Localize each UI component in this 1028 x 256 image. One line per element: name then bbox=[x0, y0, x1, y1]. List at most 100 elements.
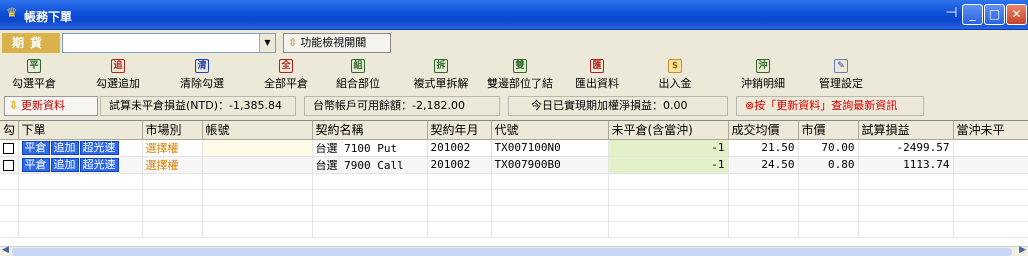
offset-detail-label: 沖銷明細 bbox=[741, 77, 785, 90]
product-select[interactable]: ▼ bbox=[62, 33, 276, 53]
col-contract[interactable]: 契約名稱 bbox=[312, 121, 428, 140]
market-price-cell: 70.00 bbox=[798, 139, 859, 157]
daytrade-cell bbox=[953, 156, 1028, 174]
clear-check-label: 清除勾選 bbox=[180, 77, 224, 90]
unrealized-pl: 試算未平倉損益(NTD)：-1,385.84 bbox=[100, 96, 296, 116]
add-position-icon: 追 bbox=[111, 59, 125, 73]
check-add-label: 勾選追加 bbox=[96, 77, 140, 90]
col-daytrade[interactable]: 當沖未平 bbox=[953, 121, 1028, 140]
order-buttons-cell: 平倉 追加 超光速 bbox=[18, 139, 143, 157]
split-order-button[interactable]: 拆 複式單拆解 bbox=[404, 58, 478, 92]
realized-premium: 今日已實現期加權淨損益：0.00 bbox=[508, 96, 728, 116]
maximize-button[interactable]: □ bbox=[984, 4, 1005, 25]
col-month[interactable]: 契約年月 bbox=[427, 121, 492, 140]
info-bar: ⇩ 更新資料 試算未平倉損益(NTD)：-1,385.84 台幣帳戶可用餘額：-2… bbox=[0, 94, 1028, 118]
check-add-button[interactable]: 追 勾選追加 bbox=[88, 58, 148, 92]
pl-cell: 1113.74 bbox=[858, 156, 954, 174]
settings-icon: ✎ bbox=[834, 59, 848, 73]
contract-cell: 台選 7100 Put bbox=[312, 139, 428, 157]
market-cell: 選擇權 bbox=[142, 139, 203, 157]
pl-cell: -2499.57 bbox=[858, 139, 954, 157]
futures-label: 期貨 bbox=[2, 33, 60, 53]
scroll-left-icon[interactable]: ◀ bbox=[2, 245, 9, 255]
close-position-button[interactable]: 平倉 bbox=[21, 140, 50, 155]
manage-settings-button[interactable]: ✎ 管理設定 bbox=[811, 58, 871, 92]
available-balance: 台幣帳戶可用餘額：-2,182.00 bbox=[304, 96, 500, 116]
express-order-button[interactable]: 超光速 bbox=[79, 140, 119, 155]
empty-row bbox=[0, 205, 1028, 222]
money-icon: $ bbox=[668, 59, 682, 73]
deposit-withdraw-button[interactable]: $ 出入金 bbox=[651, 58, 699, 92]
crown-icon: ♛ bbox=[6, 6, 18, 21]
function-toggle-button[interactable]: ⇳ 功能檢視開關 bbox=[283, 33, 391, 53]
market-price-cell: 0.80 bbox=[798, 156, 859, 174]
split-icon: 拆 bbox=[434, 59, 448, 73]
close-all-icon: 全 bbox=[279, 59, 293, 73]
window-title: 帳務下單 bbox=[24, 10, 73, 24]
col-pl[interactable]: 試算損益 bbox=[858, 121, 954, 140]
settle-icon: 雙 bbox=[513, 59, 527, 73]
contract-cell: 台選 7900 Call bbox=[312, 156, 428, 174]
deposit-withdraw-label: 出入金 bbox=[658, 77, 692, 90]
col-market-price[interactable]: 市價 bbox=[798, 121, 859, 140]
avg-price-cell: 24.50 bbox=[728, 156, 799, 174]
minimize-button[interactable]: _ bbox=[962, 4, 983, 25]
clear-check-button[interactable]: 清 清除勾選 bbox=[172, 58, 232, 92]
export-icon: 匯 bbox=[590, 59, 604, 73]
express-order-button[interactable]: 超光速 bbox=[79, 157, 119, 172]
close-button[interactable]: ✕ bbox=[1006, 4, 1027, 25]
close-position-icon: 平 bbox=[27, 59, 41, 73]
check-close-label: 勾選平倉 bbox=[12, 77, 56, 90]
open-position-cell: -1 bbox=[608, 156, 729, 174]
col-order[interactable]: 下單 bbox=[18, 121, 143, 140]
add-order-button[interactable]: 追加 bbox=[50, 140, 79, 155]
month-cell: 201002 bbox=[427, 139, 492, 157]
export-button[interactable]: 匯 匯出資料 bbox=[567, 58, 627, 92]
settle-both-button[interactable]: 雙 雙邊部位了結 bbox=[479, 58, 561, 92]
table-row: 平倉 追加 超光速 選擇權 台選 7900 Call 201002 TX007900… bbox=[0, 156, 1028, 174]
clear-check-icon: 清 bbox=[195, 59, 209, 73]
pin-button[interactable]: ⊣ bbox=[941, 4, 962, 25]
row-checkbox-cell bbox=[0, 156, 19, 174]
offset-detail-button[interactable]: 沖 沖銷明細 bbox=[733, 58, 793, 92]
order-buttons-cell: 平倉 追加 超光速 bbox=[18, 156, 143, 174]
split-order-label: 複式單拆解 bbox=[413, 77, 469, 90]
horizontal-scrollbar[interactable]: ◀ ▶ bbox=[0, 245, 1028, 256]
check-close-button[interactable]: 平 勾選平倉 bbox=[4, 58, 64, 92]
col-market[interactable]: 市場別 bbox=[142, 121, 203, 140]
col-avg-price[interactable]: 成交均價 bbox=[728, 121, 799, 140]
row-checkbox[interactable] bbox=[3, 142, 14, 154]
chevron-down-icon[interactable]: ▼ bbox=[259, 34, 275, 52]
col-open[interactable]: 未平倉(含當沖) bbox=[608, 121, 729, 140]
add-order-button[interactable]: 追加 bbox=[50, 157, 79, 172]
refresh-notice: ⊗按「更新資料」查詢最新資訊 bbox=[736, 96, 924, 116]
close-all-label: 全部平倉 bbox=[264, 77, 308, 90]
close-position-button[interactable]: 平倉 bbox=[21, 157, 50, 172]
daytrade-cell bbox=[953, 139, 1028, 157]
combine-position-button[interactable]: 組 組合部位 bbox=[328, 58, 388, 92]
col-check[interactable]: 勾 bbox=[0, 121, 19, 140]
filter-row: 期貨 ▼ ⇳ 功能檢視開關 bbox=[0, 30, 1028, 56]
row-checkbox[interactable] bbox=[3, 159, 14, 171]
col-code[interactable]: 代號 bbox=[491, 121, 609, 140]
scroll-right-icon[interactable]: ▶ bbox=[1019, 245, 1026, 255]
table-header-row: 勾 下單 市場別 帳號 契約名稱 契約年月 代號 未平倉(含當沖) 成交均價 市… bbox=[0, 121, 1028, 140]
download-arrow-icon: ⇩ bbox=[9, 99, 19, 112]
refresh-label: 更新資料 bbox=[21, 99, 65, 112]
close-all-button[interactable]: 全 全部平倉 bbox=[256, 58, 316, 92]
account-cell bbox=[202, 139, 313, 157]
code-cell: TX007100N0 bbox=[491, 139, 609, 157]
col-account[interactable]: 帳號 bbox=[202, 121, 313, 140]
scroll-thumb[interactable] bbox=[12, 248, 1012, 256]
row-checkbox-cell bbox=[0, 139, 19, 157]
refresh-button[interactable]: ⇩ 更新資料 bbox=[4, 96, 98, 116]
month-cell: 201002 bbox=[427, 156, 492, 174]
settle-both-label: 雙邊部位了結 bbox=[487, 77, 553, 90]
export-label: 匯出資料 bbox=[575, 77, 619, 90]
function-toggle-label: 功能檢視開關 bbox=[300, 36, 367, 49]
empty-row bbox=[0, 189, 1028, 206]
market-cell: 選擇權 bbox=[142, 156, 203, 174]
offset-detail-icon: 沖 bbox=[756, 59, 770, 73]
empty-row bbox=[0, 173, 1028, 190]
toolbar: 平 勾選平倉 追 勾選追加 清 清除勾選 全 全部平倉 組 組合部位 拆 複式單… bbox=[0, 56, 1028, 94]
